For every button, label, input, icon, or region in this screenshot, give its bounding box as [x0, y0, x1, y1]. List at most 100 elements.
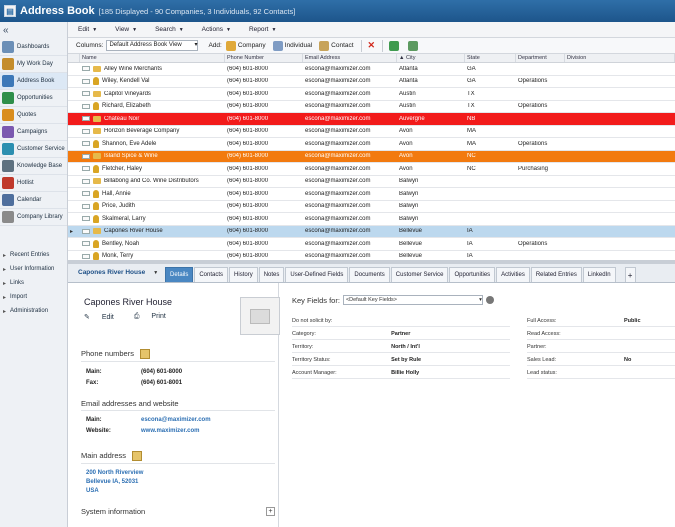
chevron-down-icon: ▼ — [271, 27, 277, 33]
collapse-sidebar-button[interactable]: « — [0, 22, 67, 39]
export-button[interactable] — [389, 40, 401, 51]
menu-view[interactable]: View ▼ — [115, 26, 137, 33]
tab-activities[interactable]: Activities — [496, 267, 530, 282]
address-block[interactable]: 200 North Riverview Bellevue IA, 52031 U… — [86, 469, 143, 496]
key-fields-select[interactable]: <Default Key Fields> ▾ — [342, 295, 483, 305]
tab-history[interactable]: History — [229, 267, 258, 282]
email-link[interactable]: escona@maximizer.com — [141, 417, 211, 423]
table-row[interactable]: Skalmeral, Larry (604) 601-8000 escona@max… — [68, 213, 675, 226]
add-company-button[interactable]: Company — [225, 40, 266, 51]
sidebar-sub-user-information[interactable]: ▸ User Information — [0, 262, 68, 276]
table-row[interactable]: Chateau Noir (604) 601-8000 escona@maximiz… — [68, 113, 675, 126]
tab-notes[interactable]: Notes — [258, 267, 285, 282]
table-row[interactable]: Price, Judith (604) 601-8000 escona@maximi… — [68, 201, 675, 213]
menu-search[interactable]: Search ▼ — [155, 26, 184, 33]
phone-edit-icon[interactable] — [140, 349, 151, 360]
column-header[interactable]: Department — [516, 54, 565, 62]
key-field-value: Set by Rule — [391, 357, 422, 363]
email-cell: escona@maximizer.com — [305, 128, 371, 135]
column-header[interactable]: Division — [565, 54, 675, 62]
sidebar-item-my-work-day[interactable]: My Work Day — [0, 56, 67, 73]
print-button[interactable]: ⎙ Print — [134, 313, 176, 321]
name-cell: Capitol Vineyards — [80, 90, 225, 97]
row-type-icon — [82, 116, 90, 122]
column-header[interactable]: Name — [80, 54, 225, 62]
add-individual-button[interactable]: Individual — [272, 40, 312, 51]
sidebar-item-calendar[interactable]: Calendar — [0, 192, 67, 209]
sidebar-item-label: Address Book — [17, 78, 55, 84]
table-row[interactable]: Alley Wine Merchants (604) 601-8000 escona… — [68, 63, 675, 76]
add-contact-button[interactable]: Contact — [319, 40, 354, 51]
hotlist-icon — [2, 177, 14, 189]
sidebar-sub-links[interactable]: ▸ Links — [0, 276, 68, 290]
column-header[interactable]: ▲ City — [397, 54, 465, 62]
table-row[interactable]: Billabong and Co. Wine Distributors (604)… — [68, 176, 675, 188]
website-link[interactable]: www.maximizer.com — [141, 428, 199, 434]
tab-user-defined-fields[interactable]: User-Defined Fields — [285, 267, 349, 282]
menu-report[interactable]: Report ▼ — [249, 26, 276, 33]
sidebar-item-knowledge-base[interactable]: Knowledge Base — [0, 158, 67, 175]
column-header[interactable]: State — [465, 54, 516, 62]
state-cell: GA — [467, 65, 476, 72]
system-info-title: System information — [81, 507, 146, 516]
table-row[interactable]: Bentley, Noah (604) 601-8000 escona@maximi… — [68, 238, 675, 251]
sidebar-sub-recent-entries[interactable]: ▸ Recent Entries — [0, 248, 68, 262]
grid-options-button[interactable] — [408, 40, 420, 51]
edit-button[interactable]: ✎ Edit — [84, 313, 124, 321]
sidebar-item-quotes[interactable]: Quotes — [0, 107, 67, 124]
window-title: Address Book — [20, 5, 95, 17]
expand-system-info-button[interactable]: + — [266, 507, 275, 516]
website-row: Website: www.maximizer.com — [86, 428, 199, 434]
menu-actions[interactable]: Actions ▼ — [202, 26, 231, 33]
table-row[interactable]: ▸ Capones River House (604) 601-8000 escona… — [68, 225, 675, 238]
address-book-icon — [2, 75, 14, 87]
city-cell: Balwyn — [399, 178, 419, 185]
sidebar-item-hotlist[interactable]: Hotlist — [0, 175, 67, 192]
email-section-title: Email addresses and website — [81, 399, 179, 408]
table-row[interactable]: Monk, Terry (604) 601-8000 escona@maximize… — [68, 251, 675, 260]
tab-details[interactable]: Details — [165, 267, 194, 282]
key-field-row: Category: Partner — [292, 329, 510, 340]
key-field-label: Category: — [292, 331, 316, 337]
table-row[interactable]: Capitol Vineyards (604) 601-8000 escona@ma… — [68, 88, 675, 101]
add-tab-button[interactable]: + — [624, 267, 636, 282]
email-section-header: Email addresses and website — [81, 399, 275, 411]
sidebar-item-company-library[interactable]: Company Library — [0, 209, 67, 226]
table-row[interactable]: Horizon Beverage Company (604) 601-8000 es… — [68, 126, 675, 138]
tab-contacts[interactable]: Contacts — [194, 267, 229, 282]
column-header[interactable]: Email Address — [303, 54, 397, 62]
columns-select[interactable]: Default Address Book View ▾ — [106, 40, 199, 51]
address-edit-icon[interactable] — [132, 451, 143, 462]
sidebar-item-campaigns[interactable]: Campaigns — [0, 124, 67, 141]
table-row[interactable]: Island Spice & Wine (604) 601-8000 escona@… — [68, 150, 675, 163]
company-icon — [93, 128, 101, 135]
key-field-label: Partner: — [527, 344, 547, 350]
tab-documents[interactable]: Documents — [349, 267, 390, 282]
table-row[interactable]: Hall, Annie (604) 601-8000 escona@maximize… — [68, 188, 675, 201]
tab-related-entries[interactable]: Related Entries — [530, 267, 582, 282]
city-cell: Avon — [399, 153, 413, 160]
tab-opportunities[interactable]: Opportunities — [449, 267, 496, 282]
sidebar-item-customer-service[interactable]: Customer Service — [0, 141, 67, 158]
sidebar-item-dashboards[interactable]: Dashboards — [0, 39, 67, 56]
table-row[interactable]: Richard, Elizabeth (604) 601-8000 escona@m… — [68, 101, 675, 113]
tab-customer-service[interactable]: Customer Service — [390, 267, 449, 282]
photo-placeholder[interactable] — [240, 297, 280, 335]
settings-icon[interactable] — [485, 296, 494, 304]
table-row[interactable]: Fletcher, Haley (604) 601-8000 escona@maxi… — [68, 163, 675, 176]
sidebar-sub-administration[interactable]: ▸ Administration — [0, 304, 68, 318]
chevron-down-icon: ▾ — [194, 42, 198, 48]
column-header[interactable]: Phone Number — [225, 54, 303, 62]
contact-icon — [93, 102, 99, 111]
sidebar-sub-import[interactable]: ▸ Import — [0, 290, 68, 304]
menu-edit[interactable]: Edit ▼ — [78, 26, 97, 33]
sidebar-item-address-book[interactable]: Address Book — [0, 73, 67, 90]
table-row[interactable]: Wiley, Kendell Val (604) 601-8000 escona@m… — [68, 76, 675, 88]
delete-button[interactable]: ✕ — [368, 40, 376, 51]
department-cell: Operations — [518, 103, 548, 110]
email-cell: escona@maximizer.com — [305, 78, 371, 85]
sidebar-item-opportunities[interactable]: Opportunities — [0, 90, 67, 107]
table-row[interactable]: Shannon, Eve Adele (604) 601-8000 escona@m… — [68, 138, 675, 151]
tab-linkedin[interactable]: LinkedIn — [582, 267, 616, 282]
record-selector[interactable]: Capones River House ▼ — [68, 263, 165, 282]
